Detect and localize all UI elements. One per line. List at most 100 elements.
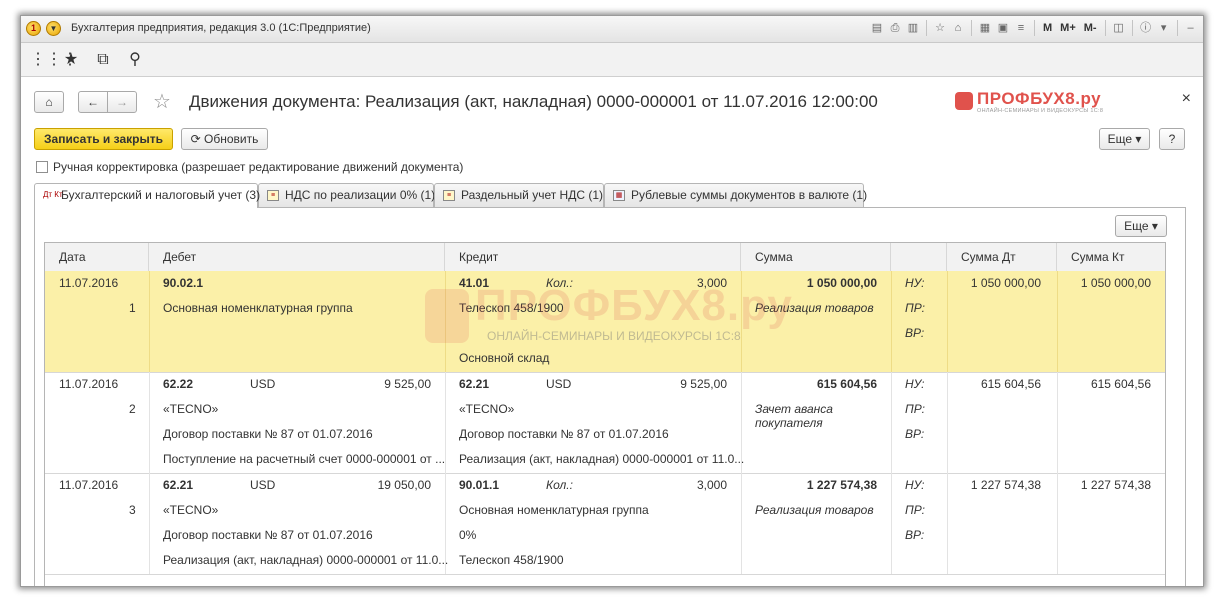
posting-content: Зачет аванса покупателя: [755, 402, 833, 430]
notes-icon[interactable]: ≡: [1013, 20, 1029, 36]
column-credit[interactable]: Кредит: [445, 243, 741, 271]
tax-type-label: ВР:: [905, 326, 925, 340]
table-row[interactable]: 11.07.2016 2 62.22 USD 9 525,00 «TECNO» Догово…: [45, 372, 1165, 474]
brand-name: ПРОФБУХ8.ру: [977, 89, 1102, 108]
column-sum[interactable]: Сумма: [741, 243, 891, 271]
tax-type-label: ПР:: [905, 402, 925, 416]
credit-subconto: Реализация (акт, накладная) 0000-000001 …: [459, 452, 745, 466]
link-icon[interactable]: ⌂: [950, 20, 966, 36]
row-number: 2: [129, 402, 136, 416]
info-icon[interactable]: ⓘ: [1138, 20, 1154, 36]
column-divider: [149, 372, 150, 473]
credit-subconto: Телескоп 458/1900: [459, 301, 564, 315]
debit-subconto: «TECNO»: [163, 503, 219, 517]
brand-subtitle: ОНЛАЙН-СЕМИНАРЫ И ВИДЕОКУРСЫ 1С:8: [977, 108, 1104, 114]
column-type[interactable]: [891, 243, 947, 271]
column-debit[interactable]: Дебет: [149, 243, 445, 271]
credit-amount: 3,000: [696, 276, 727, 290]
register-icon: ≡: [443, 190, 455, 201]
credit-account: 41.01: [459, 276, 490, 290]
print-icon[interactable]: ⎙: [887, 20, 903, 36]
sum-cell: 1 227 574,38: [806, 478, 877, 492]
help-button[interactable]: ?: [1159, 128, 1185, 150]
dt-kt-icon: Дт Кт: [43, 190, 63, 199]
tax-type-label: НУ:: [905, 478, 925, 492]
memory-subtract-button[interactable]: M-: [1081, 20, 1100, 36]
calculator-icon[interactable]: ▦: [977, 20, 993, 36]
refresh-icon: ⟳: [190, 132, 201, 146]
credit-qty-label: Кол.:: [546, 478, 573, 492]
title-bar: 1 ▼ Бухгалтерия предприятия, редакция 3.…: [21, 16, 1203, 43]
search-icon[interactable]: ⚲: [125, 50, 145, 70]
brand-mark-icon: [955, 92, 973, 110]
close-form-button[interactable]: ×: [1182, 90, 1191, 108]
column-divider: [445, 271, 446, 372]
save-and-close-button[interactable]: Записать и закрыть: [34, 128, 173, 150]
more-button[interactable]: Еще ▾: [1099, 128, 1150, 150]
save-icon[interactable]: ▤: [869, 20, 885, 36]
refresh-button[interactable]: ⟳ Обновить: [181, 128, 268, 150]
1c-logo-icon[interactable]: 1: [26, 21, 41, 36]
debit-amount: 19 050,00: [377, 478, 431, 492]
credit-subconto: Договор поставки № 87 от 01.07.2016: [459, 427, 669, 441]
table-row[interactable]: 11.07.2016 3 62.21 USD 19 050,00 «TECNO» Догов…: [45, 473, 1165, 575]
calendar-icon[interactable]: ▣: [995, 20, 1011, 36]
favorites-star-icon[interactable]: ★: [61, 50, 81, 70]
credit-subconto: Основная номенклатурная группа: [459, 503, 649, 517]
toolbar-separator: [1104, 20, 1106, 36]
sections-menu-icon[interactable]: ⋮⋮⋮: [30, 50, 78, 70]
window-title: Бухгалтерия предприятия, редакция 3.0 (1…: [71, 22, 371, 34]
tab-label: Бухгалтерский и налоговый учет (3): [61, 188, 261, 202]
tax-type-label: ВР:: [905, 427, 925, 441]
column-divider: [149, 271, 150, 372]
table-header: Дата Дебет Кредит Сумма Сумма Дт Сумма К…: [45, 243, 1165, 272]
back-button[interactable]: ←: [78, 91, 108, 113]
preview-icon[interactable]: ▥: [905, 20, 921, 36]
column-sum-dt[interactable]: Сумма Дт: [947, 243, 1057, 271]
tax-type-label: ВР:: [905, 528, 925, 542]
credit-account: 62.21: [459, 377, 490, 391]
table-icon: ▦: [613, 190, 625, 201]
memory-add-button[interactable]: M+: [1057, 20, 1079, 36]
postings-table: Дата Дебет Кредит Сумма Сумма Дт Сумма К…: [44, 242, 1166, 586]
history-icon[interactable]: ⧉: [93, 50, 113, 70]
column-sum-kt[interactable]: Сумма Кт: [1057, 243, 1165, 271]
tab-vat-zero[interactable]: ≡ НДС по реализации 0% (1): [258, 183, 435, 207]
restore-icon[interactable]: ❐: [1201, 20, 1203, 36]
tab-accounting[interactable]: Дт Кт Бухгалтерский и налоговый учет (3): [34, 183, 261, 208]
date-cell: 11.07.2016: [59, 478, 119, 492]
title-toolbar: ▤ ⎙ ▥ ☆ ⌂ ▦ ▣ ≡ M M+ M- ◫ ⓘ ▾ – ❐ ✕: [869, 20, 1203, 36]
debit-currency: USD: [250, 478, 276, 492]
tab-ruble-amounts[interactable]: ▦ Рублевые суммы документов в валюте (1): [604, 183, 868, 207]
sum-cell: 615 604,56: [816, 377, 877, 391]
main-menu-icon[interactable]: ▼: [46, 21, 61, 36]
toolbar-separator: [926, 20, 927, 36]
debit-subconto: Договор поставки № 87 от 01.07.2016: [163, 528, 373, 542]
tax-type-label: НУ:: [905, 276, 925, 290]
memory-store-button[interactable]: M: [1040, 20, 1055, 36]
table-row[interactable]: 11.07.2016 1 90.02.1 Основная номенклатурна…: [45, 271, 1165, 373]
favorites-icon[interactable]: ☆: [932, 20, 948, 36]
column-date[interactable]: Дата: [45, 243, 149, 271]
manual-correction-label: Ручная корректировка (разрешает редактир…: [53, 160, 464, 174]
credit-subconto: «TECNO»: [459, 402, 515, 416]
section-toolbar: ⋮⋮⋮ ★ ⧉ ⚲: [21, 43, 1203, 77]
table-more-button[interactable]: Еще ▾: [1115, 215, 1167, 237]
minimize-icon[interactable]: –: [1183, 20, 1199, 36]
date-cell: 11.07.2016: [59, 377, 119, 391]
forward-button[interactable]: →: [107, 91, 137, 113]
home-button[interactable]: ⌂: [34, 91, 64, 113]
tab-label: Рублевые суммы документов в валюте (1): [631, 188, 868, 202]
panels-icon[interactable]: ◫: [1111, 20, 1127, 36]
credit-qty-label: Кол.:: [546, 276, 573, 290]
manual-correction-checkbox[interactable]: [36, 161, 48, 173]
debit-currency: USD: [250, 377, 276, 391]
row-number: 1: [129, 301, 136, 315]
form-title: Движения документа: Реализация (акт, нак…: [189, 92, 878, 111]
arrow-right-icon: →: [116, 95, 128, 109]
star-outline-icon[interactable]: ☆: [153, 89, 171, 114]
toolbar-separator: [1131, 20, 1133, 36]
chevron-down-icon[interactable]: ▾: [1156, 20, 1172, 36]
debit-subconto: Поступление на расчетный счет 0000-00000…: [163, 452, 446, 466]
tab-separate-vat[interactable]: ≡ Раздельный учет НДС (1): [434, 183, 604, 207]
